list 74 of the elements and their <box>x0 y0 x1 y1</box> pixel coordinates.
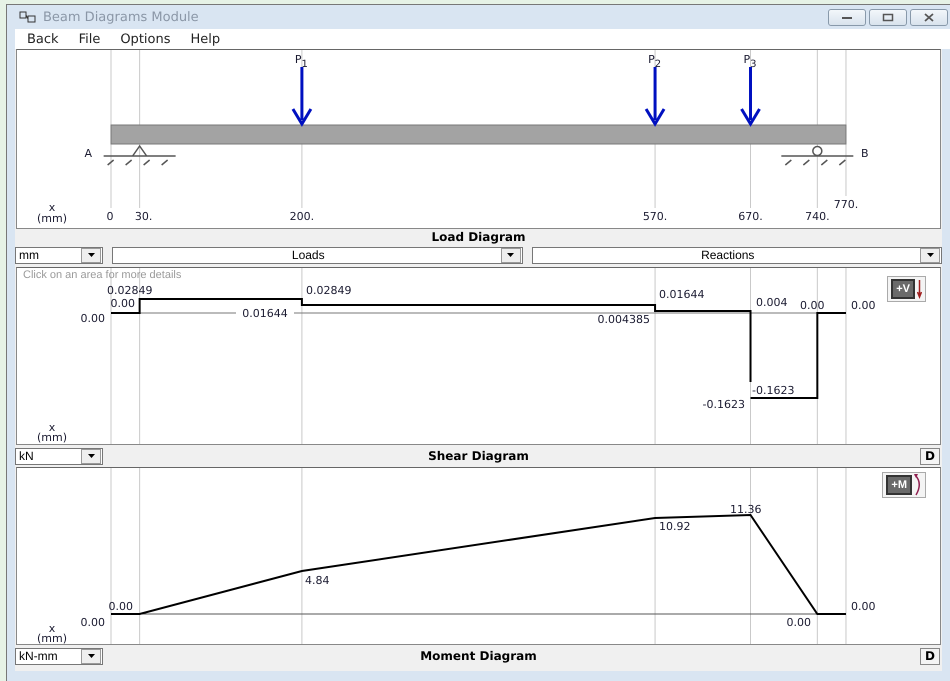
dropdown-arrow-icon <box>926 253 934 257</box>
tick-label: 670. <box>738 210 763 223</box>
tick-label: 740. <box>805 210 830 223</box>
unit-dropdown[interactable]: kN-mm <box>15 648 103 664</box>
value-label: 0.00 <box>110 297 135 310</box>
detail-button[interactable]: D <box>920 448 940 464</box>
pin-support-icon <box>104 144 176 166</box>
shear-sign-button[interactable]: +V <box>887 276 926 302</box>
close-button[interactable] <box>910 8 948 26</box>
tick-label: 200. <box>290 210 314 223</box>
axis-unit: (mm) <box>37 431 67 444</box>
hint-text: Click on an area for more details <box>23 269 182 281</box>
value-label: 0.00 <box>800 299 824 312</box>
curved-arrow-icon <box>914 473 922 497</box>
menu-item[interactable]: File <box>78 32 100 46</box>
reactions-dropdown[interactable]: Reactions <box>532 246 942 264</box>
dropdown-arrow-icon <box>507 253 514 257</box>
tick-label: 0 <box>106 210 114 223</box>
axis-label: x <box>48 421 56 434</box>
load-arrow <box>740 67 761 127</box>
menu-item[interactable]: Help <box>190 32 220 46</box>
support-label: B <box>861 147 869 160</box>
menu-item[interactable]: Options <box>120 32 170 46</box>
axis-label: x <box>48 201 56 214</box>
value-label: 0.01644 <box>659 288 704 301</box>
axis-label: x <box>48 622 56 635</box>
diagram-title: Shear Diagram <box>428 449 529 463</box>
axis-unit: (mm) <box>37 632 67 644</box>
value-label: 0.00 <box>851 600 876 613</box>
load-arrow <box>644 67 666 127</box>
window-title: Beam Diagrams Module <box>43 10 199 24</box>
dropdown-arrow-icon <box>88 253 94 257</box>
diagram-title: Moment Diagram <box>420 649 537 663</box>
app-icon <box>19 11 37 23</box>
diagram-title: Load Diagram <box>431 230 526 244</box>
maximize-icon <box>882 12 894 22</box>
detail-button[interactable]: D <box>920 648 940 664</box>
menu-item[interactable]: Back <box>27 32 59 46</box>
value-label: 0.01644 <box>242 307 288 320</box>
load-label: P3 <box>744 53 757 70</box>
value-label: 11.36 <box>730 503 762 516</box>
value-label: 0.02849 <box>107 284 152 297</box>
minimize-icon <box>841 14 853 20</box>
load-arrow <box>292 67 312 127</box>
dropdown-arrow-icon <box>88 454 94 458</box>
unit-dropdown[interactable]: mm <box>15 246 103 264</box>
tick-label: 570. <box>642 210 668 223</box>
value-label: 0.00 <box>80 312 105 325</box>
value-label: -0.1623 <box>752 384 794 397</box>
tick-label: 30. <box>134 210 152 223</box>
tick-label: 770. <box>834 198 858 211</box>
roller-support-icon <box>781 146 854 166</box>
value-label: 0.00 <box>80 616 105 629</box>
maximize-button[interactable] <box>869 8 907 26</box>
value-label: -0.1623 <box>702 398 745 411</box>
value-label: 0.00 <box>108 600 133 613</box>
axis-unit: (mm) <box>37 212 67 225</box>
value-label: 4.84 <box>305 574 330 587</box>
down-arrow-icon <box>917 279 922 299</box>
unit-dropdown[interactable]: kN <box>15 448 103 464</box>
loads-dropdown[interactable]: Loads <box>112 246 522 264</box>
load-label: P1 <box>294 53 308 70</box>
minimize-button[interactable] <box>828 8 866 26</box>
value-label: 10.92 <box>659 520 690 533</box>
value-label: 0.004385 <box>598 313 650 326</box>
value-label: 0.004 <box>756 296 788 309</box>
value-label: 0.00 <box>786 616 811 629</box>
value-label: 0.00 <box>851 299 876 312</box>
load-label: P2 <box>648 53 662 70</box>
support-label: A <box>84 147 92 160</box>
value-label: 0.02849 <box>306 284 352 297</box>
moment-sign-button[interactable]: +M <box>882 472 926 498</box>
close-icon <box>923 12 935 22</box>
dropdown-arrow-icon <box>88 654 94 658</box>
